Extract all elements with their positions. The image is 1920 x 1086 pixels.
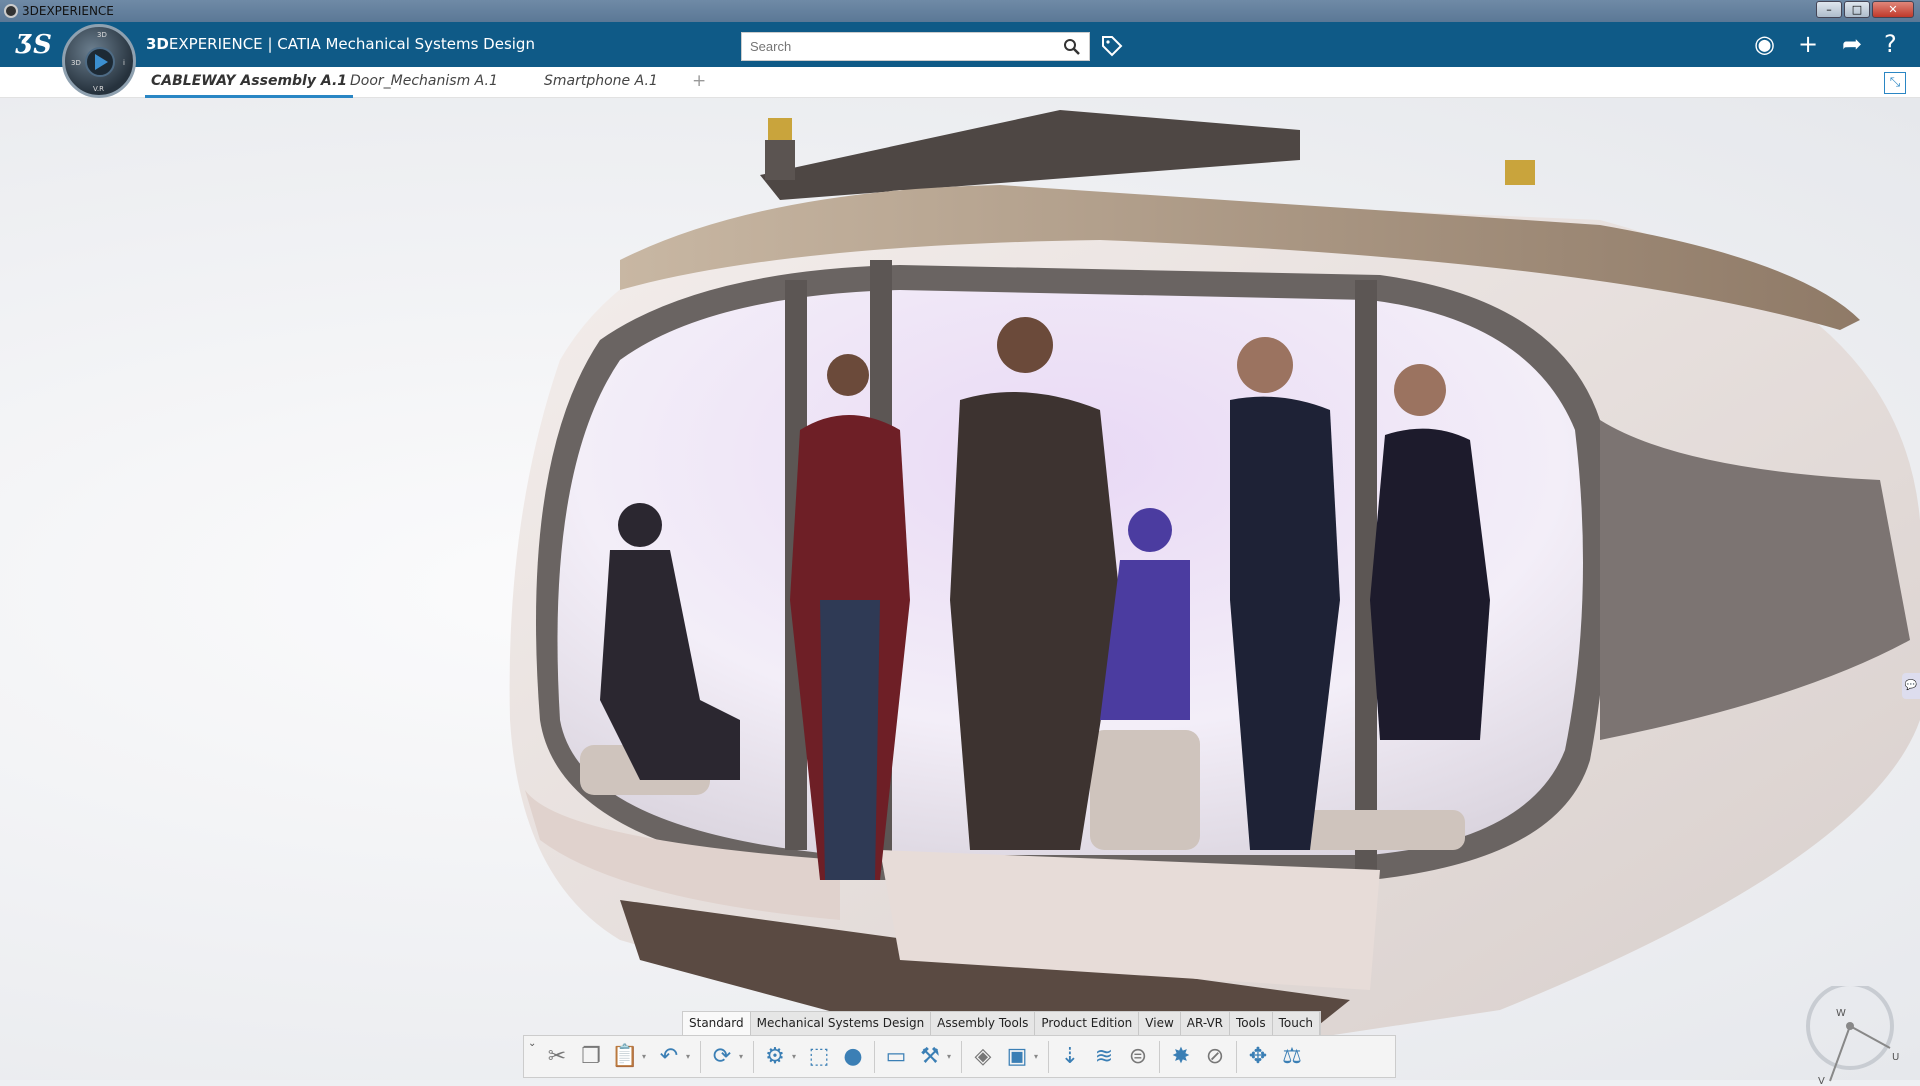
- clearance-icon[interactable]: ⊘: [1198, 1040, 1232, 1074]
- tab-assembly-tools[interactable]: Assembly Tools: [931, 1012, 1036, 1035]
- cableway-cabin-model: [509, 110, 1920, 1040]
- action-bar: ⌄ ✂ ❐ 📋 ▾ ↶ ▾ ⟳ ▾ ⚙ ▾ ⬚ ● ▭ ⚒ ▾ ◈ ▣ ▾ ⇣ ≋ ⊜ ✸ …: [523, 1035, 1396, 1078]
- svg-text:V: V: [1818, 1076, 1825, 1086]
- tab-ar-vr[interactable]: AR-VR: [1181, 1012, 1231, 1035]
- add-icon[interactable]: +: [1798, 32, 1818, 56]
- tab-standard[interactable]: Standard: [683, 1012, 751, 1035]
- paste-icon[interactable]: 📋: [608, 1040, 642, 1074]
- joint-icon[interactable]: ⚒: [913, 1040, 947, 1074]
- help-icon[interactable]: ?: [1884, 32, 1897, 56]
- assembly-icon[interactable]: ●: [836, 1040, 870, 1074]
- undo-icon[interactable]: ↶: [652, 1040, 686, 1074]
- collapse-chevron-icon[interactable]: ⌄: [528, 1038, 536, 1049]
- tab-touch[interactable]: Touch: [1273, 1012, 1321, 1035]
- move-icon[interactable]: ✥: [1241, 1040, 1275, 1074]
- window-title-bar: 3DEXPERIENCE – □ ✕: [0, 0, 1920, 22]
- search-box[interactable]: [741, 32, 1090, 61]
- cut-icon[interactable]: ✂: [540, 1040, 574, 1074]
- document-tabs: CABLEWAY Assembly A.1 Door_Mechanism A.1…: [0, 67, 1920, 98]
- user-icon[interactable]: ◉: [1754, 32, 1775, 56]
- svg-text:W: W: [1836, 1008, 1846, 1019]
- add-tab-button[interactable]: +: [692, 71, 706, 91]
- play-icon: [95, 54, 108, 70]
- tag-icon[interactable]: [1100, 34, 1124, 58]
- update-icon[interactable]: ⟳: [705, 1040, 739, 1074]
- search-input[interactable]: [742, 33, 1042, 60]
- 3d-viewport[interactable]: 💬 W U V: [0, 98, 1920, 1086]
- side-panel-handle[interactable]: 💬: [1902, 673, 1920, 699]
- fix-icon[interactable]: ⬚: [802, 1040, 836, 1074]
- maximize-button[interactable]: □: [1844, 1, 1870, 18]
- component-icon[interactable]: ▣: [1000, 1040, 1034, 1074]
- search-icon[interactable]: [1063, 38, 1081, 56]
- app-title: 3DEXPERIENCE | CATIA Mechanical Systems …: [146, 35, 535, 53]
- spring-icon[interactable]: ≋: [1087, 1040, 1121, 1074]
- share-icon[interactable]: ➦: [1842, 32, 1862, 56]
- svg-text:U: U: [1892, 1052, 1899, 1063]
- bearing-icon[interactable]: ⊜: [1121, 1040, 1155, 1074]
- balance-icon[interactable]: ⚖: [1275, 1040, 1309, 1074]
- clash-icon[interactable]: ✸: [1164, 1040, 1198, 1074]
- tab-tools[interactable]: Tools: [1230, 1012, 1273, 1035]
- robot-compass[interactable]: W U V: [1800, 986, 1900, 1086]
- action-bar-tabs: Standard Mechanical Systems Design Assem…: [682, 1011, 1322, 1035]
- close-button[interactable]: ✕: [1872, 1, 1914, 18]
- product-icon[interactable]: ◈: [966, 1040, 1000, 1074]
- tab-product-edition[interactable]: Product Edition: [1035, 1012, 1140, 1035]
- tab-mechanical-systems-design[interactable]: Mechanical Systems Design: [751, 1012, 932, 1035]
- app-icon: [4, 4, 18, 18]
- minimize-button[interactable]: –: [1816, 1, 1842, 18]
- 3d-compass[interactable]: 3D 3D i V.R: [62, 24, 136, 98]
- ds-logo: ƷS: [16, 30, 52, 60]
- drop-icon[interactable]: ⇣: [1053, 1040, 1087, 1074]
- fullscreen-toggle-icon[interactable]: ⤡: [1884, 72, 1906, 94]
- window-title: 3DEXPERIENCE: [22, 4, 114, 18]
- tab-view[interactable]: View: [1139, 1012, 1181, 1035]
- mechanism-icon[interactable]: ▭: [879, 1040, 913, 1074]
- tab-cableway-assembly[interactable]: CABLEWAY Assembly A.1: [145, 73, 354, 98]
- top-bar: ƷS 3DEXPERIENCE | CATIA Mechanical Syste…: [0, 22, 1920, 67]
- tab-smartphone[interactable]: Smartphone A.1: [538, 73, 664, 98]
- tab-door-mechanism[interactable]: Door_Mechanism A.1: [344, 73, 504, 98]
- copy-icon[interactable]: ❐: [574, 1040, 608, 1074]
- engineering-connection-icon[interactable]: ⚙: [758, 1040, 792, 1074]
